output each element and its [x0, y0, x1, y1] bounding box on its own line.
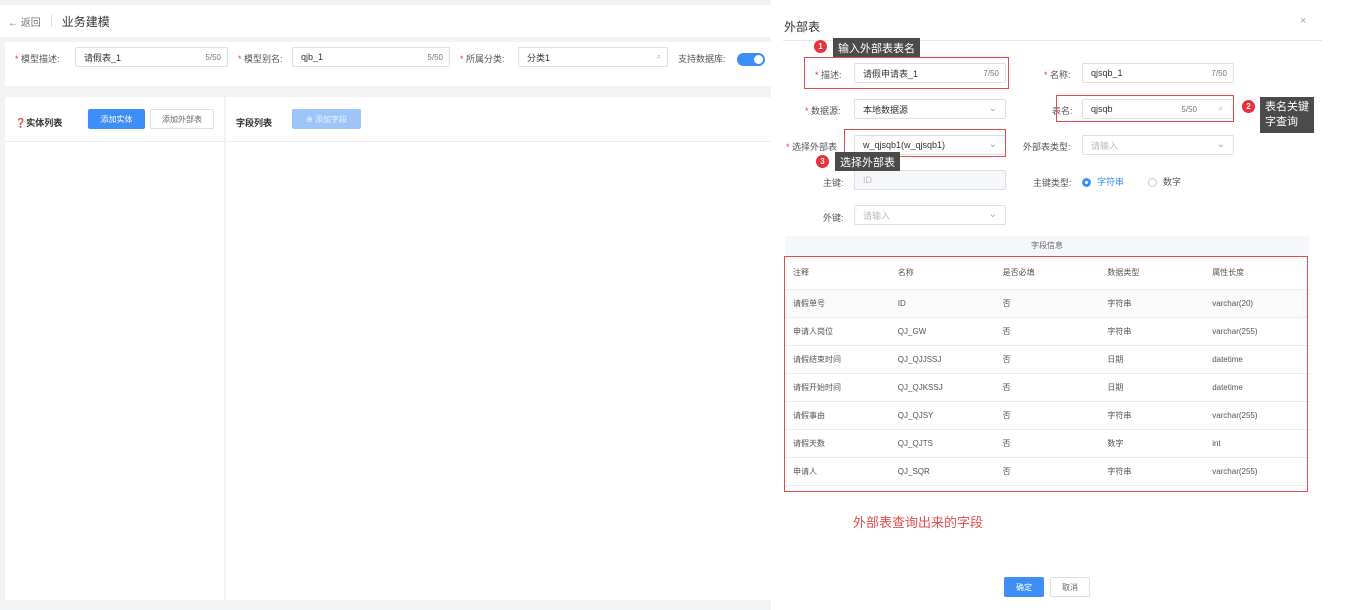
annotation-number-2: 2: [1242, 100, 1255, 113]
select-table-label: * 选择外部表: [786, 142, 838, 152]
model-desc-input[interactable]: 请假表_1 5/50: [75, 47, 228, 67]
model-alias-label: * 模型别名:: [238, 54, 283, 64]
chevron-down-icon: ⌄: [1216, 139, 1225, 150]
annotation-number-3: 3: [816, 155, 829, 168]
annotation-callout-2: 表名关键 字查询: [1260, 97, 1314, 133]
model-desc-label: * 模型描述:: [15, 54, 60, 64]
name-input[interactable]: qjsqb_1 7/50: [1082, 63, 1234, 83]
field-list-title: 字段列表: [236, 118, 273, 128]
search-icon[interactable]: ⌕: [657, 52, 661, 62]
pk-input[interactable]: ID: [854, 170, 1006, 190]
table-type-label: 外部表类型:: [1023, 142, 1071, 152]
radio-on-icon: [1082, 178, 1091, 188]
annotation-box-table: [784, 256, 1308, 492]
annotation-callout-3: 选择外部表: [835, 152, 900, 171]
field-list-header: 字段列表 ⊕ 添加字段: [226, 97, 771, 142]
page-title: 业务建模: [61, 14, 110, 29]
entity-list-panel: ❓实体列表 添加实体 添加外部表: [5, 97, 224, 600]
annotation-box-desc: [804, 57, 1009, 89]
cancel-button[interactable]: 取消: [1050, 577, 1090, 597]
divider: [50, 15, 52, 27]
field-list-panel: 字段列表 ⊕ 添加字段: [226, 97, 771, 600]
pk-type-number-radio[interactable]: 数字: [1148, 175, 1181, 188]
model-form-row: * 模型描述: 请假表_1 5/50 * 模型别名: qjb_1 5/50 * 所属…: [5, 42, 771, 86]
pk-type-string-radio[interactable]: 字符串: [1082, 175, 1124, 188]
datasource-label: * 数据源:: [805, 106, 841, 116]
datasource-select[interactable]: 本地数据源 ⌄: [854, 99, 1006, 119]
category-input[interactable]: 分类1 ⌕: [518, 47, 668, 67]
add-entity-button[interactable]: 添加实体: [88, 109, 145, 129]
radio-off-icon: [1148, 178, 1157, 188]
db-support-label: 支持数据库:: [678, 54, 726, 64]
chevron-down-icon: ⌄: [988, 103, 997, 114]
annotation-box-table-name: [1056, 95, 1234, 122]
pk-label: 主键:: [823, 178, 844, 188]
pk-type-label: 主键类型:: [1033, 178, 1072, 188]
table-type-select[interactable]: 请输入 ⌄: [1082, 135, 1234, 155]
model-alias-input[interactable]: qjb_1 5/50: [292, 47, 450, 67]
fk-label: 外键:: [823, 213, 844, 223]
table-caption: 字段信息: [785, 236, 1309, 256]
add-field-button[interactable]: ⊕ 添加字段: [292, 109, 361, 129]
confirm-button[interactable]: 确定: [1004, 577, 1044, 597]
entity-list-header: ❓实体列表 添加实体 添加外部表: [5, 97, 224, 142]
back-link[interactable]: ← 返回: [8, 14, 41, 29]
name-label: * 名称:: [1044, 70, 1071, 80]
annotation-callout-1: 输入外部表表名: [833, 38, 920, 57]
drawer-title: 外部表: [784, 20, 821, 34]
external-table-drawer: 外部表 × * 描述: 请假申请表_1 7/50 * 名称: qjsqb_1 7/5…: [771, 0, 1361, 610]
chevron-down-icon: ⌄: [988, 209, 997, 220]
fk-select[interactable]: 请输入 ⌄: [854, 205, 1006, 225]
top-bar: ← 返回 业务建模: [0, 5, 771, 37]
entity-list-title: ❓实体列表: [15, 118, 63, 128]
annotation-note: 外部表查询出来的字段: [853, 515, 984, 530]
annotation-number-1: 1: [814, 40, 827, 53]
add-external-table-button[interactable]: 添加外部表: [150, 109, 214, 129]
category-label: * 所属分类:: [460, 54, 505, 64]
db-support-toggle[interactable]: [737, 53, 765, 66]
close-icon[interactable]: ×: [1300, 15, 1306, 27]
